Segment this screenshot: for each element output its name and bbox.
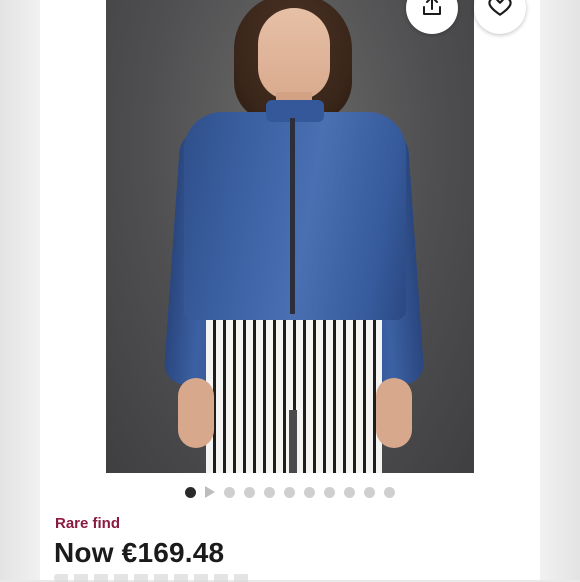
- page-background-left: [0, 0, 40, 580]
- heart-icon: [487, 0, 513, 24]
- photo-zipper: [290, 118, 295, 314]
- carousel-dot[interactable]: [284, 486, 295, 498]
- photo-face: [258, 8, 330, 100]
- carousel-dot[interactable]: [344, 486, 355, 498]
- carousel-dot[interactable]: [304, 486, 315, 498]
- product-card: Rare find Now €169.48: [40, 0, 540, 582]
- carousel-dot-active[interactable]: [185, 486, 196, 498]
- like-button[interactable]: [474, 0, 526, 34]
- cut-off-text-line: [54, 574, 254, 582]
- photo-left-hand: [178, 378, 214, 448]
- carousel-indicators[interactable]: [185, 486, 395, 498]
- rare-find-badge: Rare find: [55, 515, 121, 532]
- photo-blue-leather-jacket: [184, 112, 406, 320]
- share-icon: [420, 0, 444, 23]
- photo-collar: [266, 100, 324, 122]
- product-price: Now €169.48: [54, 537, 225, 568]
- photo-trouser-gap: [289, 410, 297, 473]
- page-background-right: [540, 0, 580, 580]
- carousel-video-icon[interactable]: [205, 486, 215, 498]
- photo-right-hand: [376, 378, 412, 448]
- carousel-dot[interactable]: [264, 486, 275, 498]
- product-photo[interactable]: [106, 0, 474, 473]
- carousel-dot[interactable]: [384, 486, 395, 498]
- carousel-dot[interactable]: [224, 486, 235, 498]
- carousel-dot[interactable]: [324, 486, 335, 498]
- carousel-dot[interactable]: [244, 486, 255, 498]
- carousel-dot[interactable]: [364, 486, 375, 498]
